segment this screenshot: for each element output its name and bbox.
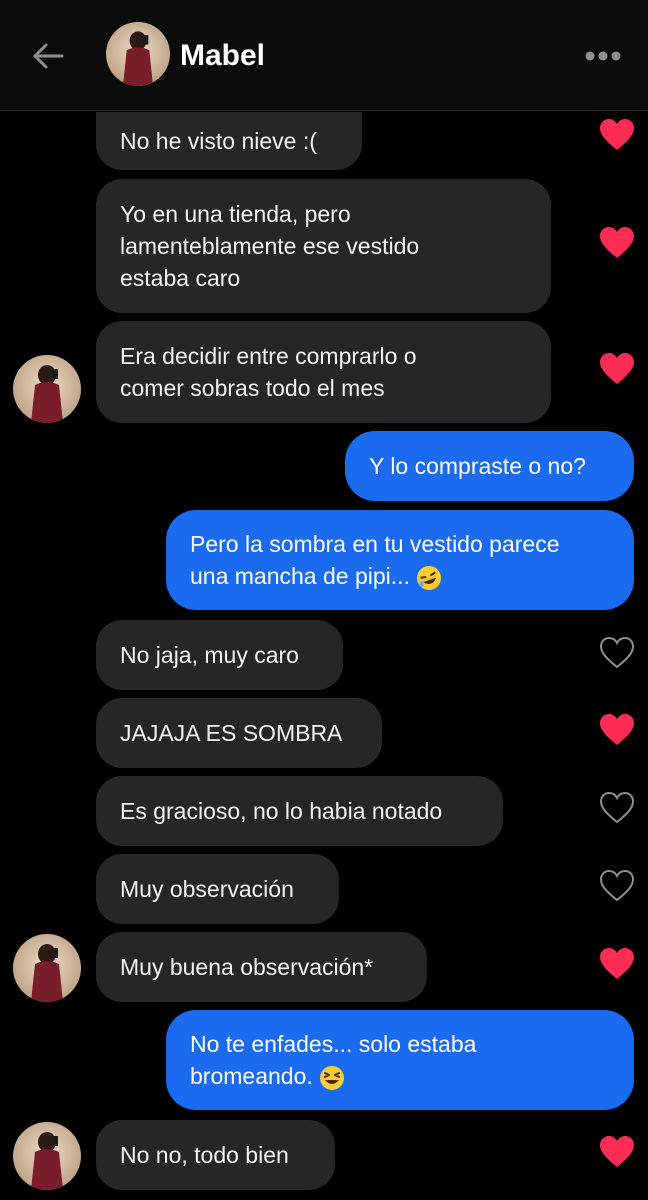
message-text: Es gracioso, no lo habia notado [120,798,443,824]
more-options-button[interactable] [578,40,628,72]
heart-outline-icon[interactable] [599,636,635,670]
message-incoming[interactable]: Era decidir entre comprarlo o comer sobr… [96,321,551,423]
avatar-image [13,355,81,423]
heart-outline-icon[interactable] [599,869,635,903]
back-button[interactable] [26,36,70,76]
heart-liked-icon[interactable] [599,226,635,260]
avatar-image [106,22,170,86]
message-incoming[interactable]: No he visto nieve :( [96,112,362,170]
message-incoming[interactable]: JAJAJA ES SOMBRA [96,698,382,768]
message-outgoing[interactable]: Pero la sombra en tu vestido parece una … [166,510,634,610]
message-text: No jaja, muy caro [120,642,299,668]
message-text: No he visto nieve :( [120,128,317,154]
message-text: Yo en una tienda, pero lamenteblamente e… [120,201,420,291]
avatar[interactable] [13,934,81,1002]
message-list[interactable]: No he visto nieve :( Yo en una tienda, p… [0,0,648,1200]
chat-header: Mabel [0,0,648,111]
grinning-squinting-emoji-icon [319,1065,344,1090]
message-text: Muy buena observación* [120,954,374,980]
message-incoming[interactable]: Es gracioso, no lo habia notado [96,776,503,846]
rofl-emoji-icon [416,565,441,590]
header-avatar[interactable] [106,22,170,86]
message-outgoing[interactable]: Y lo compraste o no? [345,431,634,501]
message-text: Era decidir entre comprarlo o comer sobr… [120,343,417,401]
heart-liked-icon[interactable] [599,947,635,981]
message-incoming[interactable]: Muy buena observación* [96,932,427,1002]
message-text: JAJAJA ES SOMBRA [120,720,343,746]
avatar-image [13,1122,81,1190]
message-text-wrap: Pero la sombra en tu vestido parece una … [190,528,559,592]
message-incoming[interactable]: No jaja, muy caro [96,620,343,690]
heart-outline-icon[interactable] [599,791,635,825]
message-text: Y lo compraste o no? [369,453,586,479]
message-text: Pero la sombra en tu vestido parece una … [190,531,560,589]
avatar[interactable] [13,1122,81,1190]
message-incoming[interactable]: Muy observación [96,854,339,924]
arrow-left-icon [33,43,64,69]
message-incoming[interactable]: No no, todo bien [96,1120,335,1190]
contact-name[interactable]: Mabel [180,36,265,76]
avatar-image [13,934,81,1002]
more-dots-icon [585,51,621,61]
heart-liked-icon[interactable] [599,118,635,152]
heart-liked-icon[interactable] [599,713,635,747]
heart-liked-icon[interactable] [599,1135,635,1169]
message-outgoing[interactable]: No te enfades... solo estaba bromeando. [166,1010,634,1110]
avatar[interactable] [13,355,81,423]
heart-liked-icon[interactable] [599,352,635,386]
message-text-wrap: No te enfades... solo estaba bromeando. [190,1028,476,1092]
message-text: Muy observación [120,876,294,902]
message-text: No no, todo bien [120,1142,289,1168]
message-incoming[interactable]: Yo en una tienda, pero lamenteblamente e… [96,179,551,313]
